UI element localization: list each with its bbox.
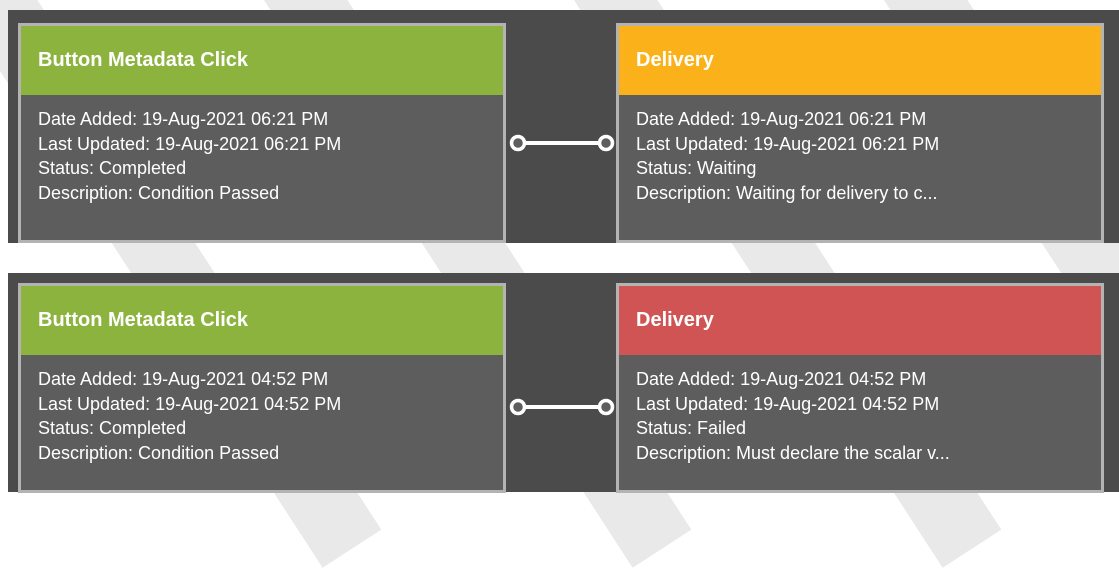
output-port-icon[interactable]	[509, 398, 527, 416]
description-row: Description: Waiting for delivery to c..…	[636, 181, 1101, 206]
node-header: Button Metadata Click	[21, 286, 503, 355]
node-connector	[509, 134, 615, 152]
date-added-value: 19-Aug-2021 06:21 PM	[740, 109, 927, 129]
last-updated-label: Last Updated:	[636, 393, 749, 414]
output-port-icon[interactable]	[509, 134, 527, 152]
description-row: Description: Condition Passed	[38, 181, 503, 206]
node-details: Date Added: 19-Aug-2021 06:21 PM Last Up…	[619, 95, 1101, 205]
node-title: Button Metadata Click	[38, 49, 249, 71]
date-added-row: Date Added: 19-Aug-2021 04:52 PM	[38, 367, 503, 392]
node-details: Date Added: 19-Aug-2021 06:21 PM Last Up…	[21, 95, 503, 205]
node-header: Button Metadata Click	[21, 26, 503, 95]
description-label: Description:	[636, 442, 732, 463]
date-added-row: Date Added: 19-Aug-2021 06:21 PM	[38, 107, 503, 132]
input-port-icon[interactable]	[597, 134, 615, 152]
last-updated-value: 19-Aug-2021 06:21 PM	[753, 133, 940, 154]
last-updated-value: 19-Aug-2021 06:21 PM	[155, 133, 342, 154]
last-updated-value: 19-Aug-2021 04:52 PM	[155, 393, 342, 414]
status-label: Status:	[38, 418, 95, 438]
node-title: Button Metadata Click	[38, 309, 249, 331]
last-updated-label: Last Updated:	[38, 133, 151, 154]
node-connector	[509, 398, 615, 416]
status-row: Status: Completed	[38, 156, 503, 181]
last-updated-row: Last Updated: 19-Aug-2021 04:52 PM	[38, 392, 503, 417]
last-updated-label: Last Updated:	[636, 133, 749, 154]
status-label: Status:	[636, 418, 693, 438]
date-added-value: 19-Aug-2021 06:21 PM	[142, 109, 329, 129]
date-added-label: Date Added:	[38, 369, 138, 389]
status-row: Status: Completed	[38, 416, 503, 441]
description-value: Condition Passed	[138, 182, 280, 203]
date-added-value: 19-Aug-2021 04:52 PM	[740, 369, 927, 389]
status-row: Status: Waiting	[636, 156, 1101, 181]
last-updated-value: 19-Aug-2021 04:52 PM	[753, 393, 940, 414]
node-title: Delivery	[636, 309, 714, 331]
date-added-row: Date Added: 19-Aug-2021 04:52 PM	[636, 367, 1101, 392]
node-details: Date Added: 19-Aug-2021 04:52 PM Last Up…	[21, 355, 503, 465]
input-port-icon[interactable]	[597, 398, 615, 416]
description-label: Description:	[38, 442, 134, 463]
date-added-value: 19-Aug-2021 04:52 PM	[142, 369, 329, 389]
workflow-node-button-metadata-click[interactable]: Button Metadata Click Date Added: 19-Aug…	[18, 283, 506, 493]
date-added-label: Date Added:	[636, 369, 736, 389]
node-title: Delivery	[636, 49, 714, 71]
status-value: Failed	[697, 418, 747, 438]
description-label: Description:	[38, 182, 134, 203]
description-value: Condition Passed	[138, 442, 280, 463]
description-label: Description:	[636, 182, 732, 203]
last-updated-row: Last Updated: 19-Aug-2021 06:21 PM	[636, 132, 1101, 157]
node-header: Delivery	[619, 286, 1101, 355]
last-updated-row: Last Updated: 19-Aug-2021 06:21 PM	[38, 132, 503, 157]
date-added-row: Date Added: 19-Aug-2021 06:21 PM	[636, 107, 1101, 132]
description-value: Waiting for delivery to c...	[736, 182, 938, 203]
status-row: Status: Failed	[636, 416, 1101, 441]
last-updated-row: Last Updated: 19-Aug-2021 04:52 PM	[636, 392, 1101, 417]
date-added-label: Date Added:	[38, 109, 138, 129]
workflow-node-button-metadata-click[interactable]: Button Metadata Click Date Added: 19-Aug…	[18, 23, 506, 243]
workflow-node-delivery[interactable]: Delivery Date Added: 19-Aug-2021 06:21 P…	[616, 23, 1104, 243]
description-row: Description: Condition Passed	[38, 441, 503, 466]
description-value: Must declare the scalar v...	[736, 442, 950, 463]
node-header: Delivery	[619, 26, 1101, 95]
workflow-node-delivery[interactable]: Delivery Date Added: 19-Aug-2021 04:52 P…	[616, 283, 1104, 493]
workflow-panel-1: Button Metadata Click Date Added: 19-Aug…	[8, 10, 1119, 243]
workflow-panel-2: Button Metadata Click Date Added: 19-Aug…	[8, 273, 1119, 493]
description-row: Description: Must declare the scalar v..…	[636, 441, 1101, 466]
status-label: Status:	[636, 158, 693, 178]
status-label: Status:	[38, 158, 95, 178]
status-value: Waiting	[697, 158, 757, 178]
date-added-label: Date Added:	[636, 109, 736, 129]
last-updated-label: Last Updated:	[38, 393, 151, 414]
node-details: Date Added: 19-Aug-2021 04:52 PM Last Up…	[619, 355, 1101, 465]
status-value: Completed	[99, 418, 187, 438]
status-value: Completed	[99, 158, 187, 178]
